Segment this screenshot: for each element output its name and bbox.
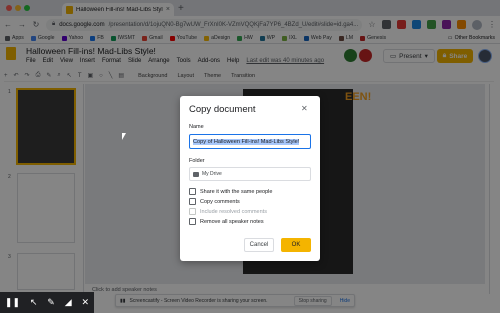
include-resolved-label: Include resolved comments bbox=[200, 208, 267, 215]
copy-comments-label: Copy comments bbox=[200, 198, 240, 205]
copy-comments-option[interactable]: Copy comments bbox=[189, 198, 240, 205]
share-option-label: Share it with the same people bbox=[200, 188, 273, 195]
copy-document-dialog: Copy document ✕ Name Copy of Halloween F… bbox=[180, 96, 320, 261]
eraser-icon[interactable]: ◢ bbox=[65, 297, 72, 308]
dialog-title: Copy document bbox=[189, 104, 256, 115]
folder-value: My Drive bbox=[202, 171, 222, 177]
name-value: Copy of Halloween Fill-ins! Mad-Libs Sty… bbox=[193, 138, 300, 145]
copy-comments-checkbox[interactable] bbox=[189, 198, 196, 205]
pointer-icon[interactable]: ↖ bbox=[30, 297, 38, 308]
close-icon[interactable]: ✕ bbox=[301, 104, 308, 113]
share-same-people-option[interactable]: Share it with the same people bbox=[189, 188, 272, 195]
pen-icon[interactable]: ✎ bbox=[47, 297, 55, 308]
share-checkbox[interactable] bbox=[189, 188, 196, 195]
remove-speaker-notes-label: Remove all speaker notes bbox=[200, 218, 264, 225]
cancel-button[interactable]: Cancel bbox=[244, 238, 274, 252]
folder-icon bbox=[193, 171, 199, 177]
close-icon[interactable]: ✕ bbox=[81, 297, 89, 308]
mouse-cursor-icon bbox=[122, 133, 126, 140]
name-label: Name bbox=[189, 124, 204, 130]
folder-label: Folder bbox=[189, 158, 205, 164]
screencastify-toolbar: ❚❚ ↖ ✎ ◢ ✕ bbox=[0, 292, 94, 313]
ok-button[interactable]: OK bbox=[281, 238, 311, 252]
include-resolved-checkbox bbox=[189, 208, 196, 215]
remove-speaker-notes-option[interactable]: Remove all speaker notes bbox=[189, 218, 264, 225]
name-field[interactable]: Copy of Halloween Fill-ins! Mad-Libs Sty… bbox=[189, 134, 311, 149]
folder-picker[interactable]: My Drive bbox=[189, 167, 311, 181]
pause-icon[interactable]: ❚❚ bbox=[5, 297, 20, 308]
include-resolved-option: Include resolved comments bbox=[189, 208, 267, 215]
remove-speaker-notes-checkbox[interactable] bbox=[189, 218, 196, 225]
